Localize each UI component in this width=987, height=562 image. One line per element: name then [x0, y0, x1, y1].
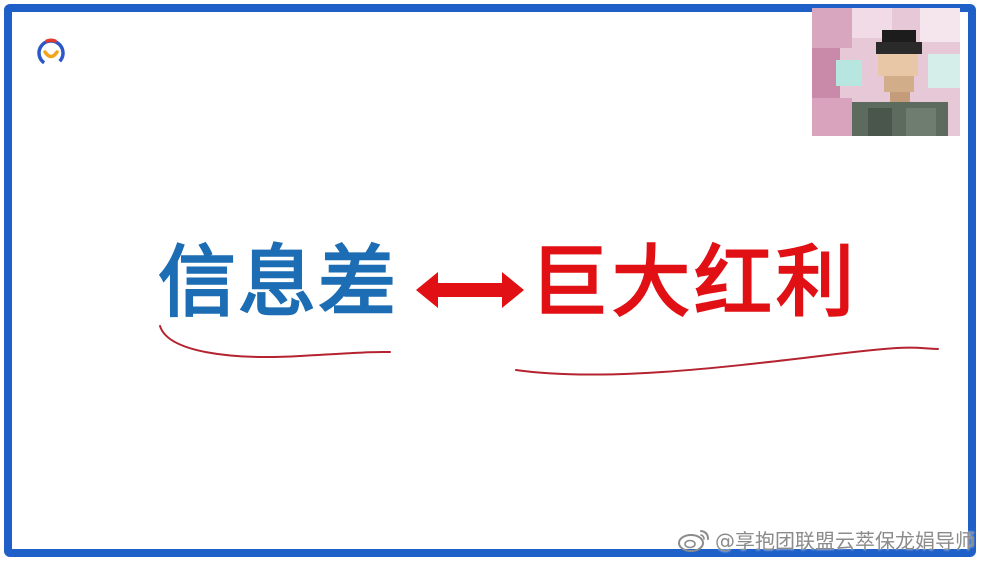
screen: 信息差 巨大红利 @享抱团联盟云萃保龙娟导师: [0, 0, 987, 562]
left-underline: [159, 325, 391, 358]
weibo-icon: [678, 529, 709, 552]
right-underline: [515, 346, 939, 376]
watermark-text: @享抱团联盟云萃保龙娟导师: [715, 529, 975, 553]
left-phrase: 信息差: [158, 237, 399, 328]
watermark: @享抱团联盟云萃保龙娟导师: [677, 525, 975, 554]
right-phrase: 巨大红利: [530, 237, 859, 328]
presenter-video-icon: [812, 8, 960, 136]
double-arrow-icon: [416, 272, 524, 308]
